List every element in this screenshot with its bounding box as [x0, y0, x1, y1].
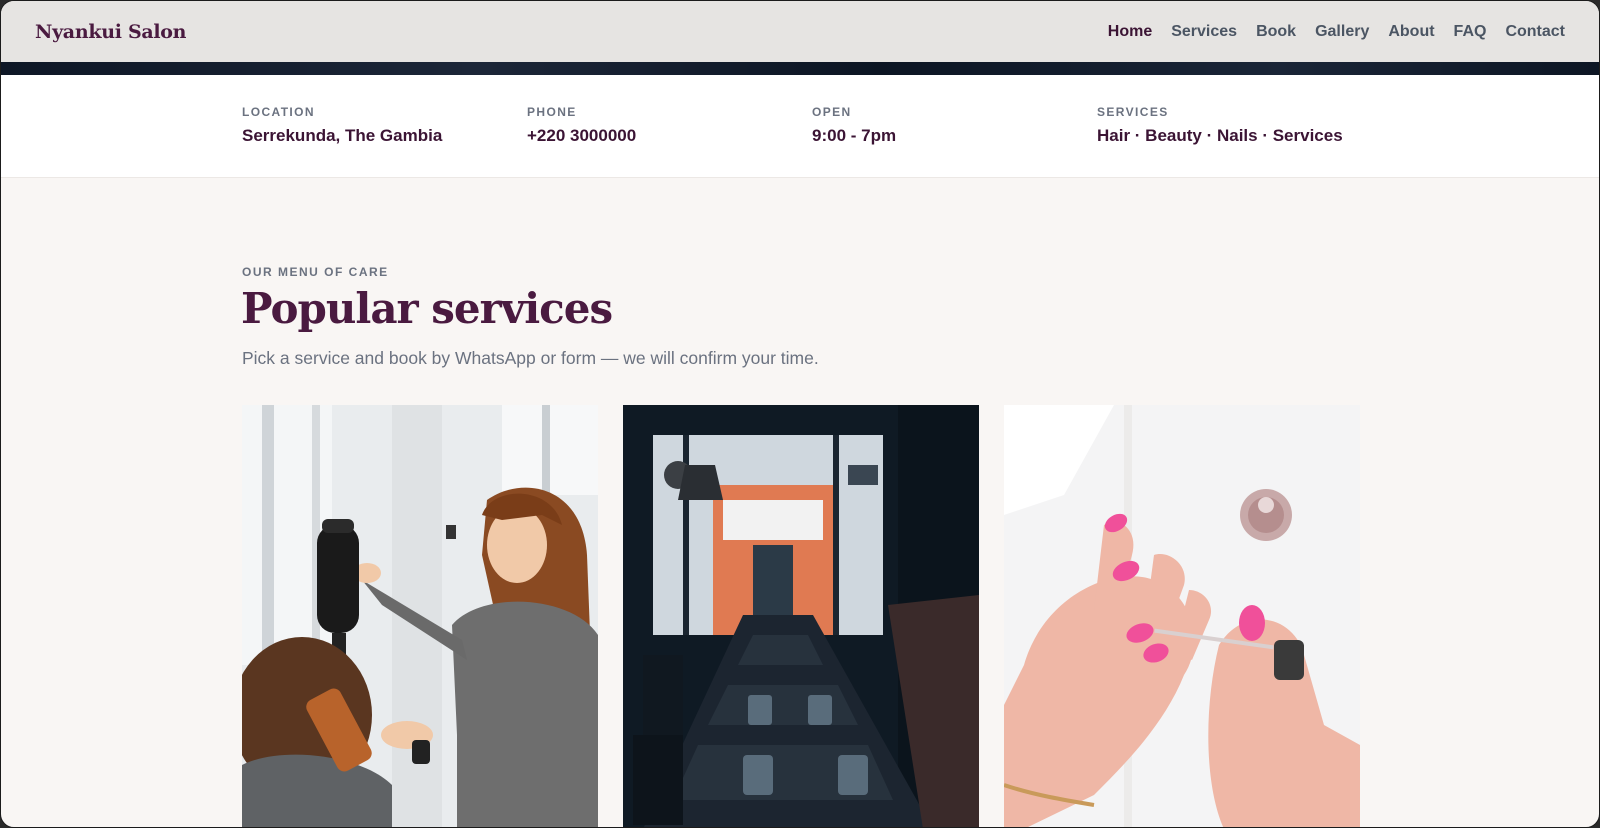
info-value: Hair · Beauty · Nails · Services	[1097, 126, 1343, 145]
nav-book[interactable]: Book	[1256, 23, 1296, 41]
info-value: Serrekunda, The Gambia	[242, 126, 443, 145]
site-header: Nyankui Salon Home Services Book Gallery…	[1, 1, 1599, 62]
hair-styling-photo	[242, 405, 598, 827]
salon-interior-photo	[623, 405, 979, 827]
info-open: OPEN 9:00 - 7pm	[812, 105, 896, 146]
nav-services[interactable]: Services	[1171, 23, 1237, 41]
nav-faq[interactable]: FAQ	[1454, 23, 1487, 41]
section-subtitle: Pick a service and book by WhatsApp or f…	[242, 348, 819, 368]
info-services: SERVICES Hair · Beauty · Nails · Service…	[1097, 105, 1343, 146]
section-eyebrow: OUR MENU OF CARE	[242, 265, 389, 279]
info-bar: LOCATION Serrekunda, The Gambia PHONE +2…	[1, 75, 1599, 178]
nav-contact[interactable]: Contact	[1505, 23, 1565, 41]
main-nav: Home Services Book Gallery About FAQ Con…	[1089, 23, 1565, 41]
nav-gallery[interactable]: Gallery	[1315, 23, 1369, 41]
info-label: OPEN	[812, 105, 852, 119]
info-phone: PHONE +220 3000000	[527, 105, 636, 146]
info-location: LOCATION Serrekunda, The Gambia	[242, 105, 442, 146]
nav-about[interactable]: About	[1388, 23, 1434, 41]
service-card-hair[interactable]	[242, 405, 598, 827]
info-label: LOCATION	[242, 105, 315, 119]
info-label: PHONE	[527, 105, 577, 119]
service-card-beauty[interactable]	[623, 405, 979, 827]
browser-frame: Nyankui Salon Home Services Book Gallery…	[0, 0, 1600, 828]
section-title: Popular services	[241, 284, 613, 333]
service-card-nails[interactable]	[1004, 405, 1360, 827]
info-value[interactable]: +220 3000000	[527, 126, 636, 146]
info-value: 9:00 - 7pm	[812, 126, 897, 145]
nav-home[interactable]: Home	[1108, 23, 1152, 41]
hero-image-strip	[1, 62, 1599, 75]
info-label: SERVICES	[1097, 105, 1169, 119]
brand-logo[interactable]: Nyankui Salon	[35, 21, 186, 43]
nail-polish-photo	[1004, 405, 1360, 827]
